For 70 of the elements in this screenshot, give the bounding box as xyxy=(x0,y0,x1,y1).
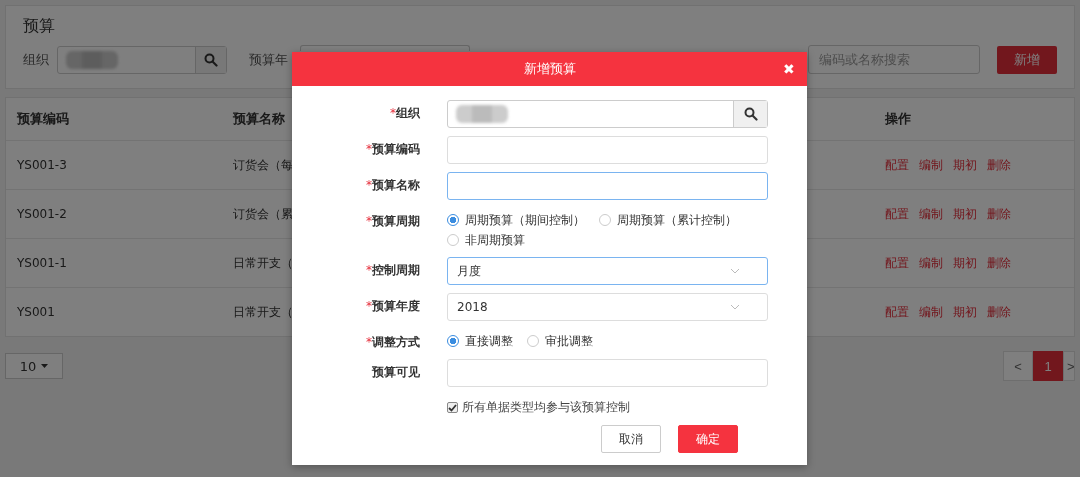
page-button[interactable]: 1 xyxy=(1033,351,1063,381)
action-link[interactable]: 期初 xyxy=(953,156,977,174)
table-cell: YS001-3 xyxy=(17,158,67,172)
table-cell: YS001 xyxy=(17,305,55,319)
action-link[interactable]: 配置 xyxy=(885,205,909,223)
action-link[interactable]: 配置 xyxy=(885,156,909,174)
redaction-blur xyxy=(454,103,510,125)
field-label: *预算编码 xyxy=(365,141,420,158)
select-field[interactable]: 2018 xyxy=(447,293,768,321)
add-button[interactable]: 新增 xyxy=(997,45,1057,74)
action-link[interactable]: 编制 xyxy=(919,205,943,223)
action-link[interactable]: 删除 xyxy=(987,156,1011,174)
action-link[interactable]: 期初 xyxy=(953,254,977,272)
table-cell: YS001-2 xyxy=(17,207,67,221)
action-link[interactable]: 编制 xyxy=(919,156,943,174)
table-cell: 订货会（每 xyxy=(233,156,293,174)
chevron-down-icon xyxy=(730,268,740,274)
search-icon xyxy=(204,52,218,67)
column-header: 预算编码 xyxy=(17,110,69,128)
field-label: *预算名称 xyxy=(365,177,420,194)
action-link[interactable]: 删除 xyxy=(987,303,1011,321)
radio-option[interactable]: 直接调整 xyxy=(447,332,513,350)
action-link[interactable]: 配置 xyxy=(885,254,909,272)
organization-field[interactable] xyxy=(447,100,768,128)
action-link[interactable]: 编制 xyxy=(919,254,943,272)
select-field[interactable]: 月度 xyxy=(447,257,768,285)
text-field[interactable] xyxy=(447,359,768,387)
table-cell: 订货会（累 xyxy=(233,205,293,223)
page-title: 预算 xyxy=(23,16,55,37)
check-icon xyxy=(448,403,457,412)
redaction-blur xyxy=(64,48,120,71)
radio-option[interactable]: 周期预算（累计控制） xyxy=(599,211,737,229)
year-select[interactable] xyxy=(300,45,470,51)
field-label: *预算年度 xyxy=(365,298,420,315)
table-cell: YS001-1 xyxy=(17,256,67,270)
action-link[interactable]: 期初 xyxy=(953,205,977,223)
column-header: 操作 xyxy=(885,110,911,128)
field-label: 预算年 xyxy=(249,50,288,69)
search-icon xyxy=(743,107,758,121)
next-page-button[interactable]: > xyxy=(1063,351,1075,381)
action-link[interactable]: 配置 xyxy=(885,303,909,321)
field-label: 组织 xyxy=(23,50,49,69)
text-field[interactable] xyxy=(447,136,768,164)
radio-option[interactable]: 审批调整 xyxy=(527,332,593,350)
column-header: 预算名称 xyxy=(233,110,285,128)
organization-field[interactable] xyxy=(57,45,227,74)
table-cell: 日常开支（ xyxy=(233,303,293,321)
action-link[interactable]: 期初 xyxy=(953,303,977,321)
close-button[interactable]: ✖ xyxy=(783,61,795,77)
action-link[interactable]: 编制 xyxy=(919,303,943,321)
checkbox[interactable] xyxy=(447,402,458,413)
table-cell: 日常开支（ xyxy=(233,254,293,272)
previous-page-button[interactable]: < xyxy=(1003,351,1033,381)
field-label: *组织 xyxy=(389,105,420,122)
cancel-button[interactable]: 取消 xyxy=(601,425,661,453)
page-size-select[interactable]: 10 xyxy=(5,353,63,379)
radio-option[interactable]: 周期预算（期间控制） xyxy=(447,211,585,229)
action-link[interactable]: 删除 xyxy=(987,254,1011,272)
text-field[interactable] xyxy=(447,172,768,200)
field-label: *调整方式 xyxy=(365,334,420,351)
dialog-title: 新增预算 xyxy=(523,60,576,78)
field-label: *控制周期 xyxy=(365,262,420,279)
chevron-down-icon xyxy=(730,304,740,310)
caret-icon xyxy=(41,364,49,368)
action-link[interactable]: 删除 xyxy=(987,205,1011,223)
confirm-button[interactable]: 确定 xyxy=(678,425,738,453)
radio-option[interactable]: 非周期预算 xyxy=(447,231,525,249)
field-label: 预算可见 xyxy=(371,364,420,381)
checkbox-option[interactable]: 所有单据类型均参与该预算控制 xyxy=(447,399,768,416)
field-label: *预算周期 xyxy=(365,213,420,230)
